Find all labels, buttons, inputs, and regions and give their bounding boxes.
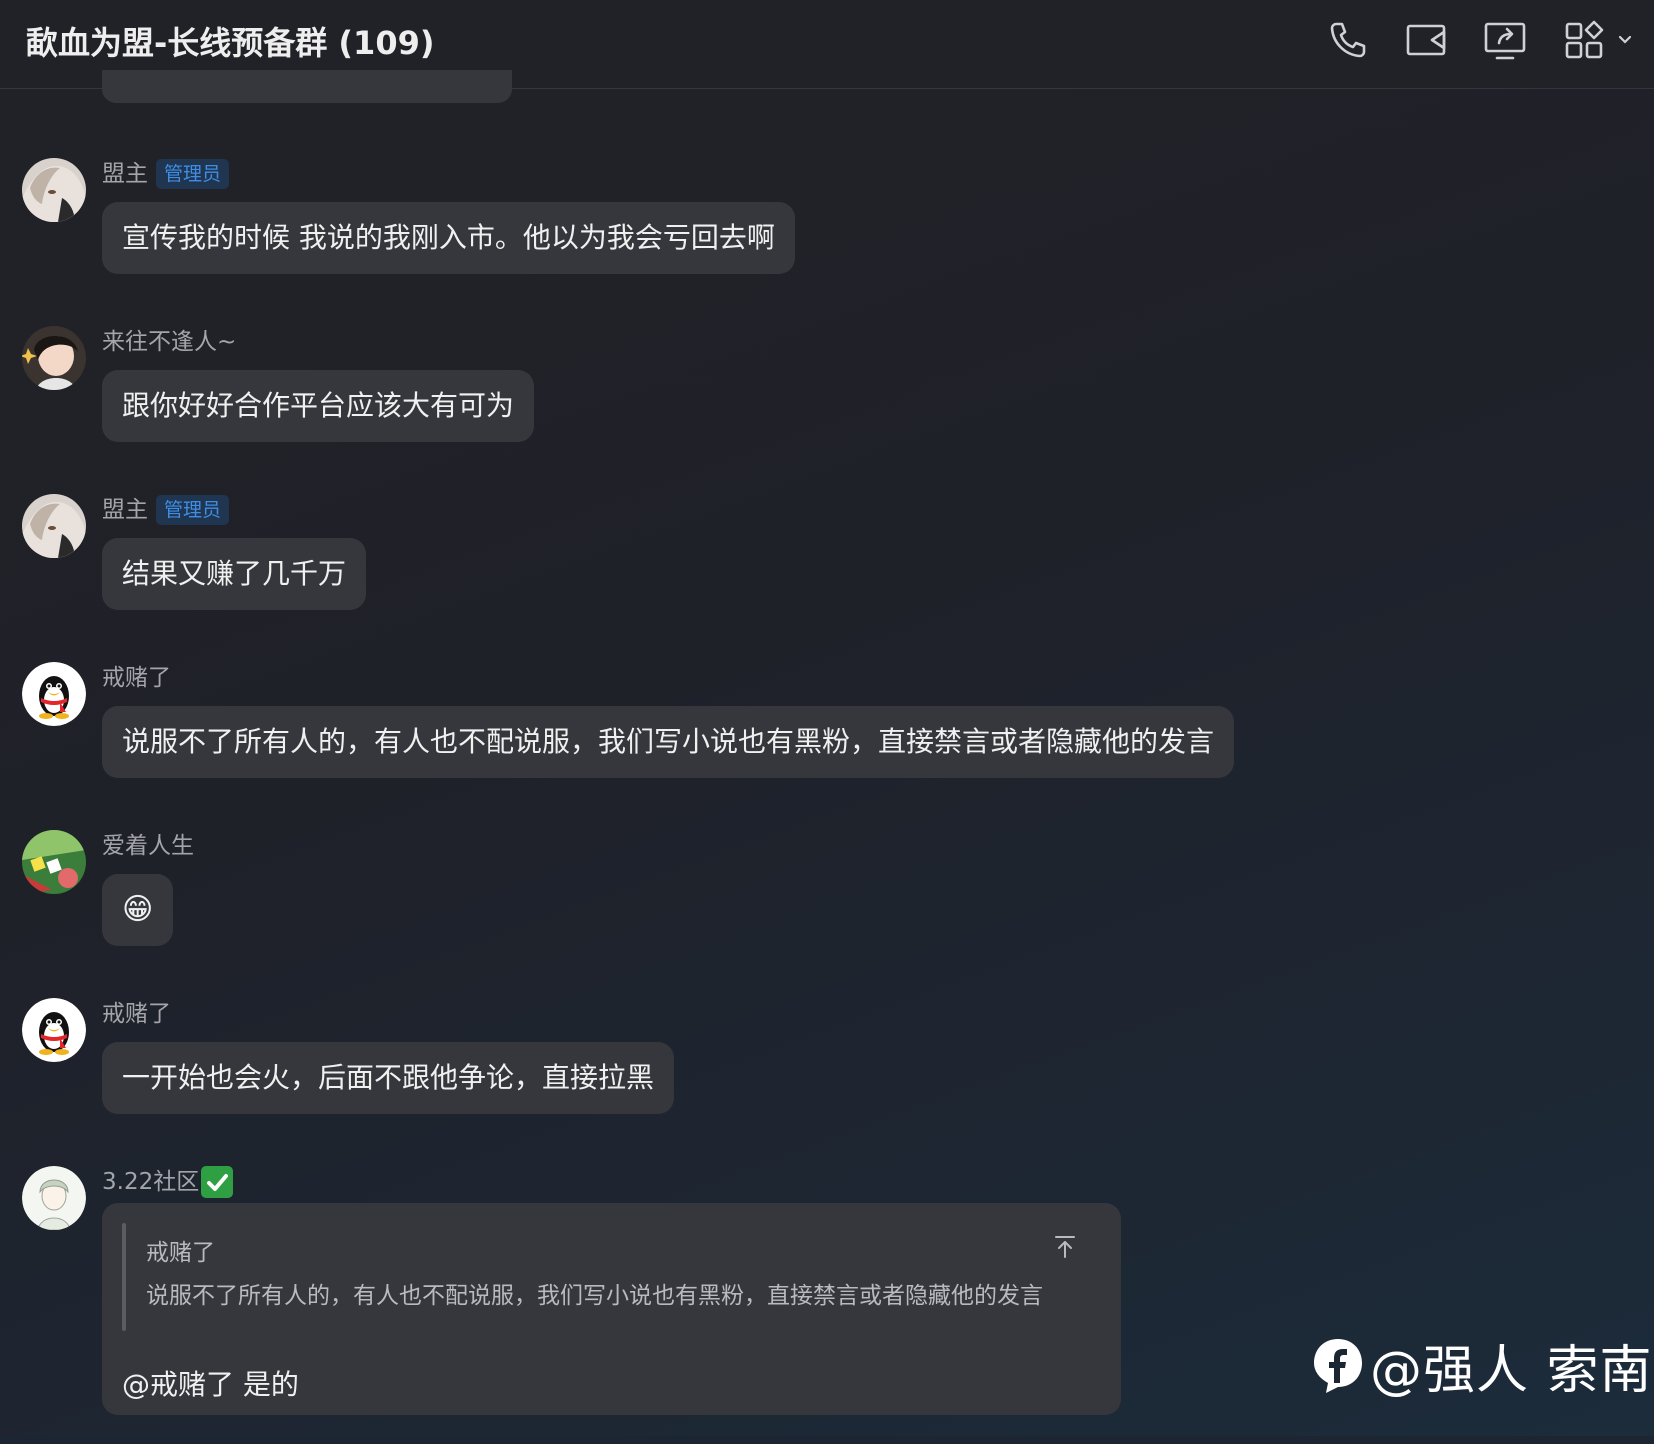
jump-to-quote-icon[interactable] (1052, 1233, 1078, 1259)
chevron-down-icon[interactable] (1616, 30, 1634, 48)
sender-label: 来往不逢人~ (102, 329, 237, 355)
quoted-text[interactable]: 说服不了所有人的，有人也不配说服，我们写小说也有黑粉，直接禁言或者隐藏他的发言 (146, 1276, 1043, 1310)
watermark-text: @强人 索南 (1370, 1340, 1653, 1401)
avatar[interactable] (22, 326, 86, 390)
message-bubble[interactable]: 😁 (102, 874, 174, 946)
apps-grid-icon[interactable] (1563, 18, 1607, 62)
quote-bar (122, 1223, 126, 1331)
sender-name: 盟主 管理员 (102, 158, 230, 190)
message-bubble[interactable]: 宣传我的时候 我说的我刚入市。他以为我会亏回去啊 (102, 202, 795, 274)
avatar[interactable] (22, 1166, 86, 1230)
message-bubble[interactable]: 结果又赚了几千万 (102, 538, 367, 610)
grin-emoji: 😁 (122, 892, 154, 927)
avatar[interactable] (22, 830, 86, 894)
quoted-sender: 戒赌了 (146, 1240, 215, 1266)
sender-name: 戒赌了 (102, 998, 171, 1030)
sender-name: 3.22社区 (102, 1166, 234, 1198)
phone-icon[interactable] (1326, 18, 1370, 62)
sender-label: 盟主 (102, 161, 148, 187)
avatar[interactable] (22, 662, 86, 726)
reply-bubble[interactable]: 戒赌了 说服不了所有人的，有人也不配说服，我们写小说也有黑粉，直接禁言或者隐藏他… (102, 1203, 1121, 1415)
avatar[interactable] (22, 158, 86, 222)
reply-text: @戒赌了 是的 (122, 1368, 299, 1401)
sender-label: 3.22社区 (102, 1169, 200, 1195)
screen-share-icon[interactable] (1483, 18, 1527, 62)
group-title: 歃血为盟-长线预备群 (109) (26, 24, 435, 62)
previous-message-bubble (102, 70, 512, 103)
video-call-icon[interactable] (1404, 18, 1448, 62)
admin-badge: 管理员 (156, 495, 230, 525)
sender-label: 爱着人生 (102, 833, 194, 859)
check-mark-icon (201, 1166, 234, 1198)
sender-name: 盟主 管理员 (102, 494, 230, 526)
admin-badge: 管理员 (156, 159, 230, 189)
avatar[interactable] (22, 998, 86, 1062)
avatar[interactable] (22, 494, 86, 558)
sender-label: 盟主 (102, 497, 148, 523)
sender-name: 戒赌了 (102, 662, 171, 694)
sender-name: 来往不逢人~ (102, 326, 236, 358)
sender-label: 戒赌了 (102, 665, 171, 691)
watermark-logo-icon (1312, 1337, 1364, 1393)
message-bubble[interactable]: 说服不了所有人的，有人也不配说服，我们写小说也有黑粉，直接禁言或者隐藏他的发言 (102, 706, 1235, 778)
message-bubble[interactable]: 一开始也会火，后面不跟他争论，直接拉黑 (102, 1042, 675, 1114)
message-bubble[interactable]: 跟你好好合作平台应该大有可为 (102, 370, 535, 442)
bottom-divider (0, 1436, 1654, 1444)
sender-name: 爱着人生 (102, 830, 194, 862)
sender-label: 戒赌了 (102, 1001, 171, 1027)
watermark: @强人 索南 (1312, 1330, 1653, 1401)
